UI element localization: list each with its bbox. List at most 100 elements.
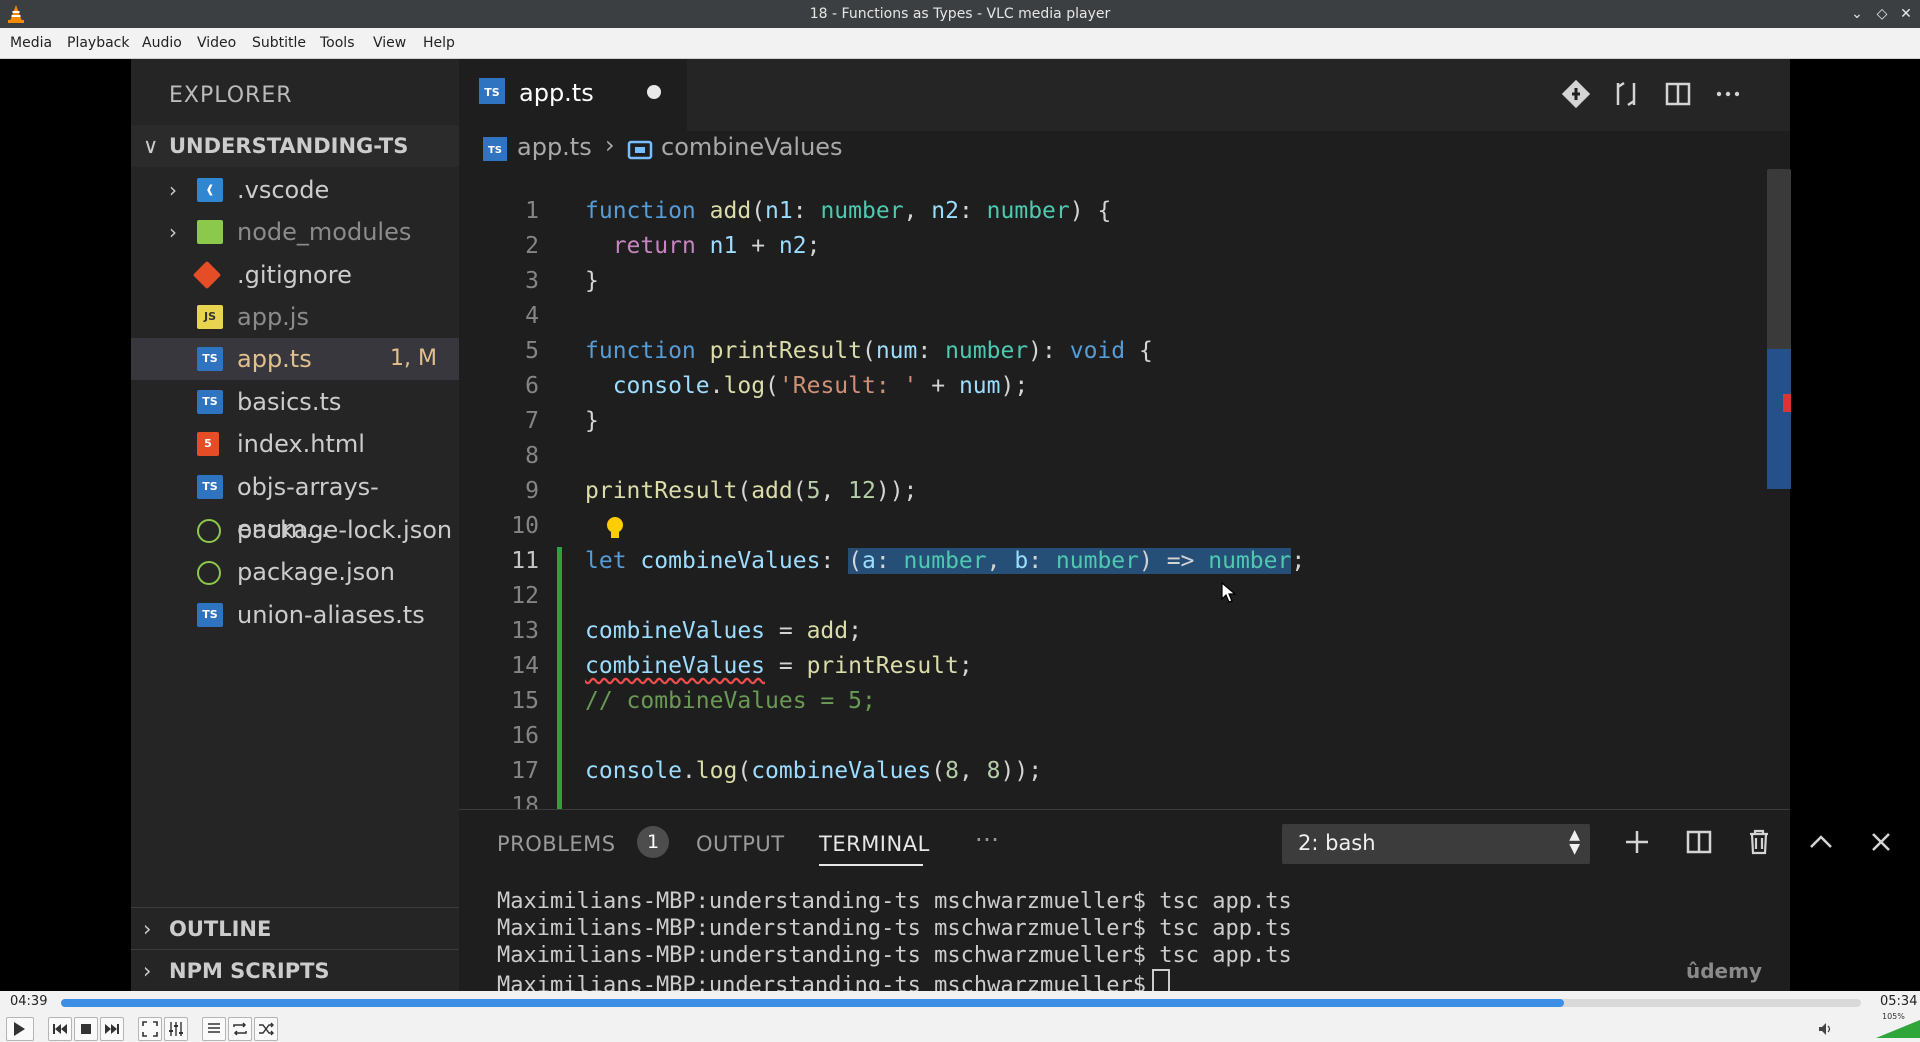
play-button[interactable] [6, 1017, 34, 1041]
seek-progress [61, 999, 1564, 1007]
stop-icon [81, 1024, 91, 1034]
project-section[interactable]: ∨ UNDERSTANDING-TS [131, 125, 459, 167]
file-row-package-json[interactable]: package.json [131, 551, 459, 593]
ts-file-icon: TS [197, 475, 223, 499]
file-name: .gitignore [237, 261, 352, 289]
loop-button[interactable] [228, 1017, 252, 1041]
line-number: 10 [511, 513, 539, 539]
line-number: 16 [511, 723, 539, 749]
window-title: 18 - Functions as Types - VLC media play… [809, 6, 1111, 22]
split-terminal-icon[interactable] [1681, 824, 1717, 860]
file-row-basics-ts[interactable]: TS basics.ts [131, 381, 459, 423]
terminal-line: Maximilians-MBP:understanding-ts mschwar… [497, 889, 1292, 914]
line-number: 1 [525, 198, 539, 224]
udemy-watermark: ûdemy [1686, 959, 1762, 983]
shuffle-button[interactable] [254, 1017, 278, 1041]
menu-video[interactable]: Video [197, 35, 236, 51]
tab-problems[interactable]: PROBLEMS [497, 832, 616, 856]
code-line: function printResult(num: number): void … [585, 338, 1153, 364]
outline-section[interactable]: › OUTLINE [131, 907, 459, 950]
split-editor-icon[interactable] [1661, 77, 1695, 111]
previous-icon [53, 1024, 67, 1034]
seek-bar[interactable] [61, 999, 1861, 1007]
close-panel-icon[interactable] [1863, 824, 1899, 860]
new-terminal-icon[interactable] [1619, 824, 1655, 860]
ts-file-icon: TS [479, 78, 505, 104]
code-line: combineValues = add; [585, 618, 862, 644]
file-row-objs-arrays-enum[interactable]: TS objs-arrays-enum... [131, 466, 459, 543]
line-number: 12 [511, 583, 539, 609]
line-number: 11 [511, 548, 539, 574]
npm-scripts-section[interactable]: › NPM SCRIPTS [131, 949, 459, 992]
close-icon[interactable]: ✕ [1896, 4, 1916, 24]
terminal-select-value: 2: bash [1298, 831, 1376, 855]
previous-button[interactable] [48, 1017, 72, 1041]
scrollbar-thumb[interactable] [1767, 349, 1791, 489]
code-line: console.log('Result: ' + num); [612, 373, 1029, 399]
breadcrumb-separator-icon: › [605, 131, 615, 159]
line-number: 5 [525, 338, 539, 364]
speaker-icon[interactable] [1818, 1021, 1834, 1037]
panel-more-icon[interactable]: ··· [975, 826, 999, 854]
file-row-union-aliases-ts[interactable]: TS union-aliases.ts [131, 594, 459, 636]
next-button[interactable] [100, 1017, 124, 1041]
volume-slider[interactable] [1876, 1020, 1920, 1038]
git-compare-icon[interactable] [1559, 77, 1593, 111]
breadcrumb-file[interactable]: app.ts [517, 133, 592, 161]
player-controls: 04:39 05:34 105% [0, 991, 1920, 1042]
next-icon [105, 1024, 119, 1034]
tab-terminal[interactable]: TERMINAL [819, 832, 930, 856]
json-file-icon [197, 561, 221, 585]
restore-icon[interactable]: ◇ [1872, 4, 1892, 24]
video-area[interactable]: EXPLORER ∨ UNDERSTANDING-TS › ❰ .vscode … [0, 59, 1920, 998]
file-row-app-ts[interactable]: TS app.ts 1, M [131, 338, 459, 380]
git-modified-gutter [557, 547, 562, 831]
fullscreen-button[interactable] [138, 1017, 162, 1041]
terminal-line: Maximilians-MBP:understanding-ts mschwar… [497, 916, 1292, 941]
extended-settings-button[interactable] [164, 1017, 188, 1041]
maximize-panel-icon[interactable] [1803, 824, 1839, 860]
more-actions-icon[interactable] [1711, 77, 1745, 111]
elapsed-time: 04:39 [10, 994, 48, 1009]
html-file-icon: 5 [197, 432, 219, 456]
lightbulb-icon[interactable] [603, 515, 627, 543]
chevron-down-icon: ∨ [143, 134, 159, 158]
code-line: function add(n1: number, n2: number) { [585, 198, 1112, 224]
breadcrumb-symbol[interactable]: combineValues [661, 133, 843, 161]
file-status-badge: 1, M [390, 346, 437, 371]
terminal-line: Maximilians-MBP:understanding-ts mschwar… [497, 943, 1292, 968]
menu-view[interactable]: View [373, 35, 406, 51]
menu-playback[interactable]: Playback [67, 35, 129, 51]
menu-tools[interactable]: Tools [320, 35, 355, 51]
file-row-gitignore[interactable]: .gitignore [131, 254, 459, 296]
project-name: UNDERSTANDING-TS [169, 134, 409, 158]
minimize-icon[interactable]: ⌄ [1847, 4, 1867, 24]
trash-icon[interactable] [1741, 824, 1777, 860]
code-editor[interactable]: 1 2 3 4 5 6 7 8 9 10 11 12 13 14 15 16 1… [459, 171, 1790, 867]
tab-output[interactable]: OUTPUT [696, 832, 785, 856]
playlist-button[interactable] [202, 1017, 226, 1041]
menu-audio[interactable]: Audio [142, 35, 182, 51]
line-number: 4 [525, 303, 539, 329]
file-row-package-lock-json[interactable]: package-lock.json [131, 509, 459, 551]
file-row-node-modules[interactable]: › node_modules [131, 211, 459, 253]
menu-help[interactable]: Help [423, 35, 455, 51]
file-row-app-js[interactable]: JS app.js [131, 296, 459, 338]
menu-subtitle[interactable]: Subtitle [252, 35, 306, 51]
shuffle-icon [259, 1022, 274, 1036]
tab-label: app.ts [519, 79, 594, 107]
error-marker [1783, 394, 1791, 412]
tab-app-ts[interactable]: TS app.ts [459, 59, 687, 131]
code-line: return n1 + n2; [612, 233, 821, 259]
open-changes-icon[interactable] [1609, 77, 1643, 111]
ts-file-icon: TS [197, 390, 223, 414]
json-file-icon [197, 519, 221, 543]
file-row-vscode[interactable]: › ❰ .vscode [131, 169, 459, 211]
terminal-select[interactable]: 2: bash ▲ ▼ [1282, 824, 1590, 864]
menu-media[interactable]: Media [10, 35, 52, 51]
stop-button[interactable] [74, 1017, 98, 1041]
unsaved-dot-icon[interactable] [647, 85, 661, 99]
total-time: 05:34 [1880, 994, 1918, 1009]
file-name: index.html [237, 430, 365, 458]
file-row-index-html[interactable]: 5 index.html [131, 423, 459, 465]
